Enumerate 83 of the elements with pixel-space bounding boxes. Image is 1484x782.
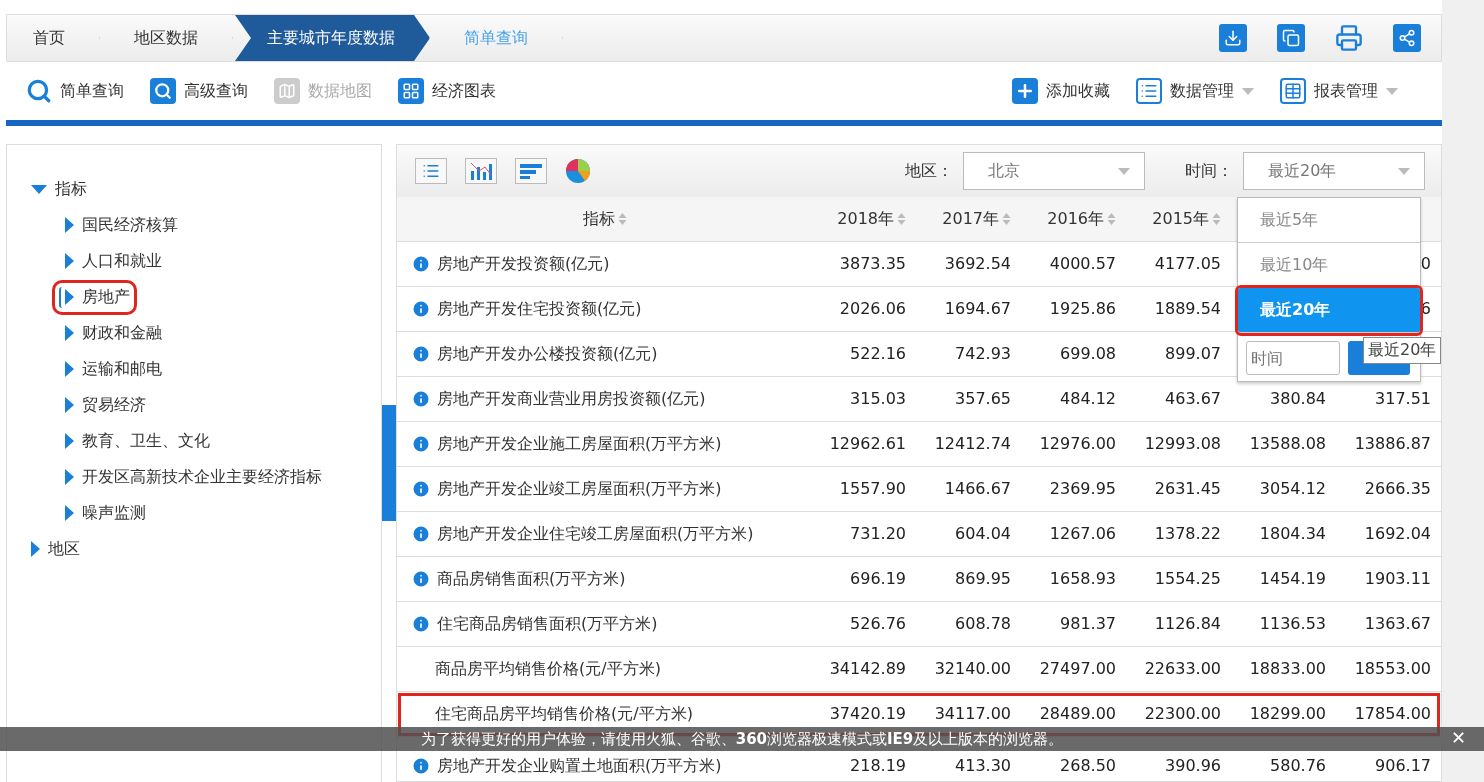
table-cell: 1126.84 [1154,614,1221,633]
time-label: 时间： [1185,160,1233,182]
table-cell: 13588.08 [1249,434,1326,453]
indicator-name: 商品房销售面积(万平方米) [437,570,626,588]
table-cell: 463.67 [1165,389,1221,408]
table-cell: 608.78 [955,614,1011,633]
table-cell: 3054.12 [1259,479,1326,498]
table-cell: 315.03 [850,389,906,408]
indicator-name: 房地产开发住宅投资额(亿元) [437,300,642,318]
table-cell: 18833.00 [1249,659,1326,678]
table-cell: 27497.00 [1039,659,1116,678]
table-cell: 1363.67 [1364,614,1431,633]
table-cell: 390.96 [1165,756,1221,775]
tooltip: 最近20年 [1363,337,1442,364]
table-cell: 522.16 [850,344,906,363]
table-cell: 18299.00 [1249,704,1326,723]
table-cell: 484.12 [1060,389,1116,408]
table-cell: 580.76 [1270,756,1326,775]
table-cell: 869.95 [955,569,1011,588]
table-cell: 32140.00 [934,659,1011,678]
indicator-name: 房地产开发企业施工房屋面积(万平方米) [437,435,722,453]
table-cell: 604.04 [955,524,1011,543]
table-cell: 2369.95 [1049,479,1116,498]
table-cell: 1378.22 [1154,524,1221,543]
table-cell: 18553.00 [1354,659,1431,678]
indicator-name: 房地产开发投资额(亿元) [437,255,610,273]
table-cell: 357.65 [955,389,1011,408]
table-cell: 2026.06 [839,299,906,318]
table-cell: 413.30 [955,756,1011,775]
table-cell: 1136.53 [1259,614,1326,633]
table-cell: 1557.90 [839,479,906,498]
table-cell: 1554.25 [1154,569,1221,588]
table-cell: 906.17 [1375,756,1431,775]
table-cell: 37420.19 [829,704,906,723]
indicator-name: 房地产开发企业购置土地面积(万平方米) [437,757,722,775]
table-cell: 1903.11 [1364,569,1431,588]
table-cell: 4177.05 [1154,254,1221,273]
table-cell: 699.08 [1060,344,1116,363]
table-cell: 17854.00 [1354,704,1431,723]
table-cell: 1267.06 [1049,524,1116,543]
table-cell: 696.19 [850,569,906,588]
table-cell: 4000.57 [1049,254,1116,273]
table-cell: 526.76 [850,614,906,633]
indicator-name: 房地产开发企业住宅竣工房屋面积(万平方米) [437,525,754,543]
table-cell: 218.19 [850,756,906,775]
table-cell: 1694.67 [944,299,1011,318]
table-cell: 1692.04 [1364,524,1431,543]
table-cell: 380.84 [1270,389,1326,408]
region-label: 地区： [905,160,953,182]
table-cell: 1889.54 [1154,299,1221,318]
indicator-name: 住宅商品房销售面积(万平方米) [437,615,658,633]
table-cell: 1925.86 [1049,299,1116,318]
table-cell: 13886.87 [1354,434,1431,453]
table-cell: 34142.89 [829,659,906,678]
table-cell: 22300.00 [1144,704,1221,723]
table-cell: 1454.19 [1259,569,1326,588]
table-cell: 12976.00 [1039,434,1116,453]
table-cell: 268.50 [1060,756,1116,775]
table-cell: 2631.45 [1154,479,1221,498]
table-cell: 981.37 [1060,614,1116,633]
table-cell: 12962.61 [829,434,906,453]
table-cell: 1466.67 [944,479,1011,498]
table-cell: 12412.74 [934,434,1011,453]
indicator-name: 房地产开发办公楼投资额(亿元) [437,345,658,363]
table-cell: 22633.00 [1144,659,1221,678]
table-cell: 3692.54 [944,254,1011,273]
table-cell: 742.93 [955,344,1011,363]
table-cell: 0 [1420,254,1431,273]
indicator-name: 住宅商品房平均销售价格(元/平方米) [434,705,693,723]
table-cell: 34117.00 [934,704,1011,723]
table-cell: 3873.35 [839,254,906,273]
table-cell: 731.20 [850,524,906,543]
indicator-name: 房地产开发企业竣工房屋面积(万平方米) [437,480,722,498]
indicator-name: 房地产开发商业营业用房投资额(亿元) [437,390,706,408]
notice-text: 为了获得更好的用户体验，请使用火狐、谷歌、360浏览器极速模式或IE9及以上版本的浏览器。 [420,730,1064,748]
indicator-name: 商品房平均销售价格(元/平方米) [434,660,661,678]
table-cell: 2666.35 [1364,479,1431,498]
table-cell: 12993.08 [1144,434,1221,453]
table-cell: 899.07 [1165,344,1221,363]
table-cell: 28489.00 [1039,704,1116,723]
table-cell: 317.51 [1375,389,1431,408]
table-cell: 1804.34 [1259,524,1326,543]
table-cell: 1658.93 [1049,569,1116,588]
